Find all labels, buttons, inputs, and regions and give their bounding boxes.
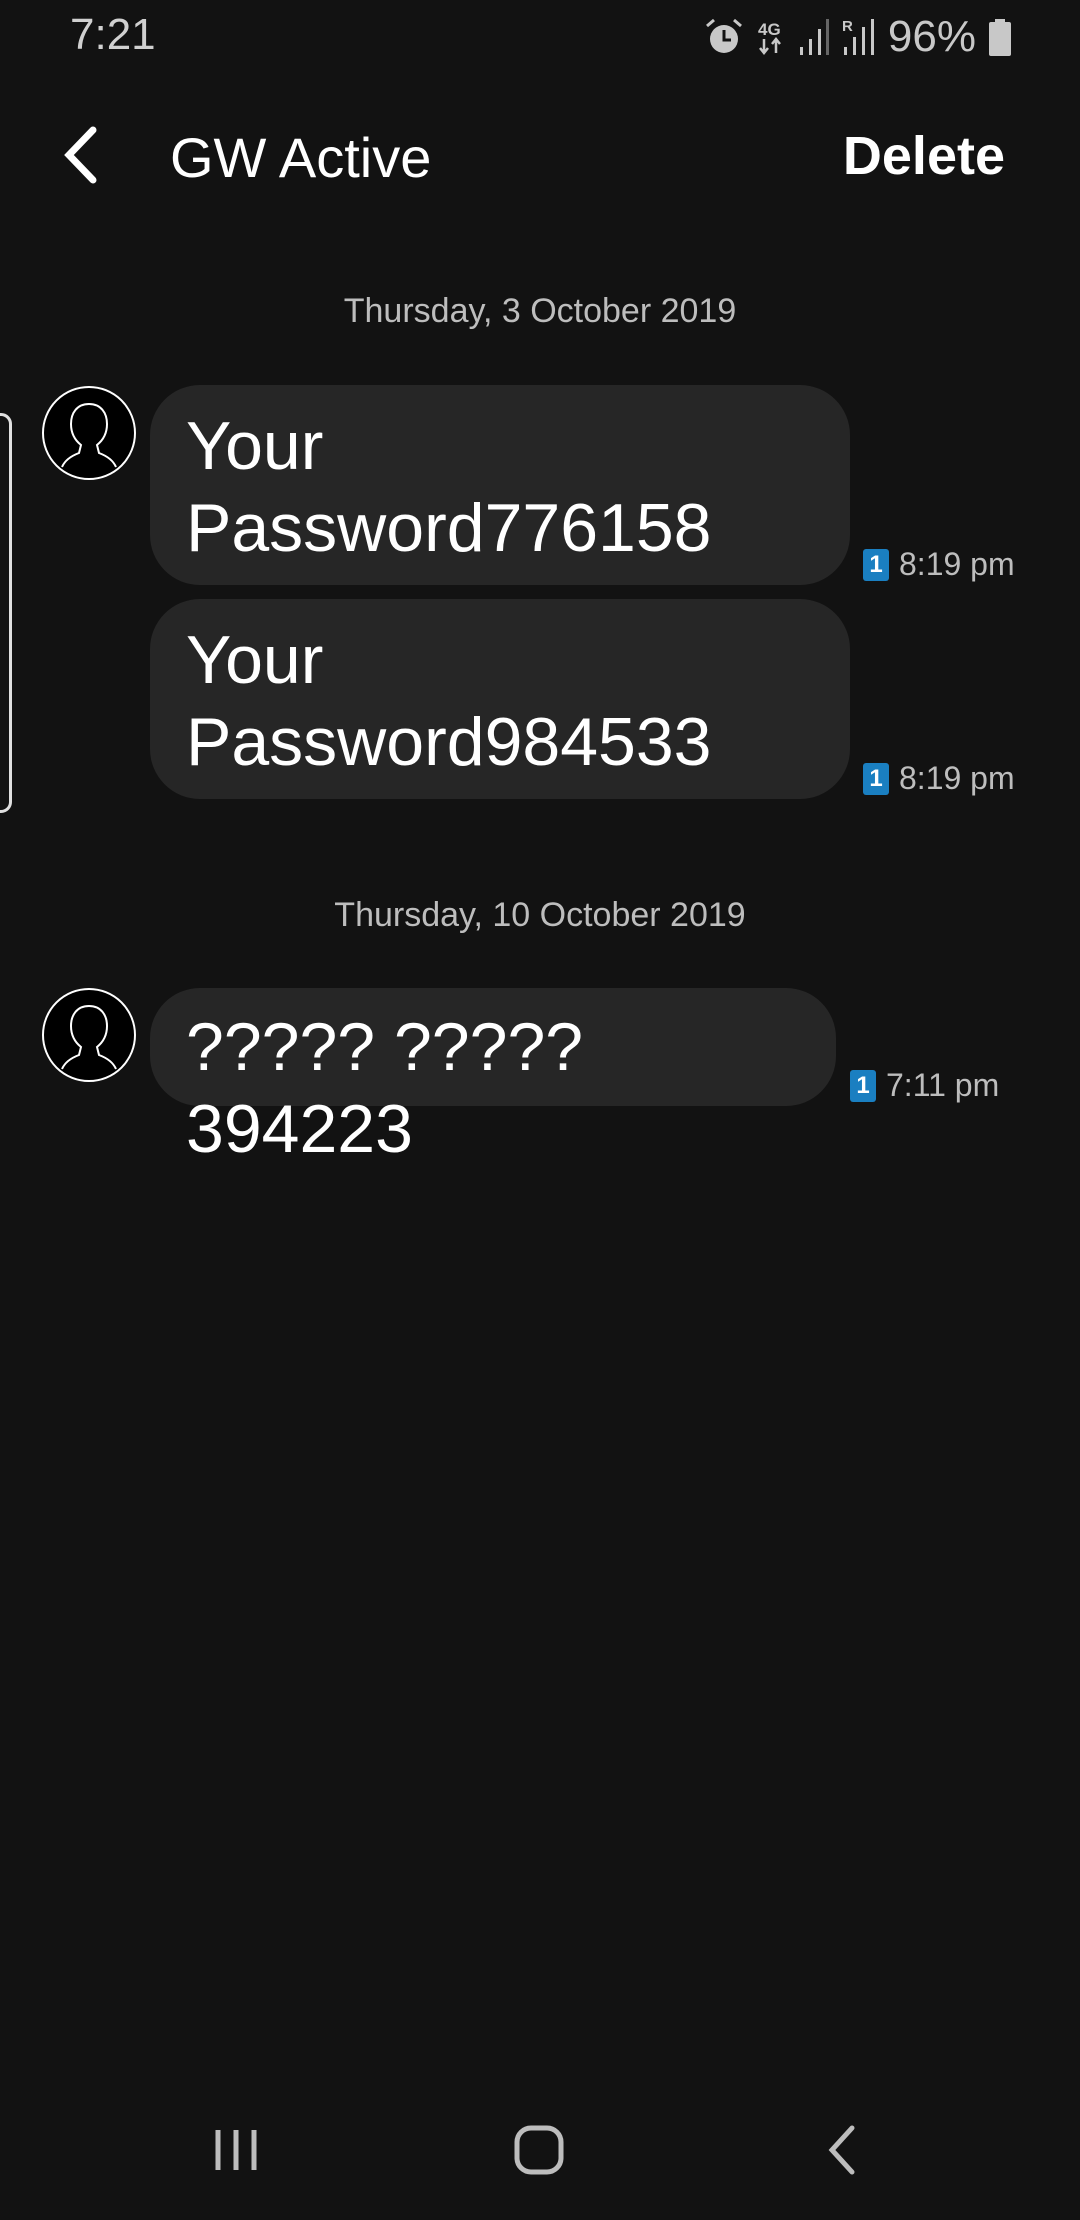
sim-1-icon: 1 <box>850 1069 876 1102</box>
sim-1-icon: 1 <box>863 548 889 581</box>
home-icon <box>514 2125 564 2175</box>
nav-back-button[interactable] <box>802 2115 882 2185</box>
recents-button[interactable] <box>196 2115 276 2185</box>
sim-1-icon: 1 <box>863 762 889 795</box>
signal-icon <box>799 19 829 55</box>
back-button[interactable] <box>55 120 115 190</box>
battery-percentage: 96% <box>887 12 976 61</box>
svg-text:4G: 4G <box>758 20 781 39</box>
svg-text:R: R <box>842 18 853 35</box>
contact-avatar[interactable] <box>42 988 136 1082</box>
message-bubble[interactable]: Your Password776158 <box>150 385 850 585</box>
recents-icon <box>215 2130 257 2170</box>
home-button[interactable] <box>499 2115 579 2185</box>
4g-data-icon: 4G <box>758 20 781 56</box>
message-bubble[interactable]: ????? ????? 394223 <box>150 988 836 1167</box>
delete-button[interactable]: Delete <box>843 125 1005 187</box>
roaming-signal-icon: R <box>842 18 874 55</box>
message-meta: 1 8:19 pm <box>863 760 1015 797</box>
status-icons: 4G R 96% <box>704 12 1012 62</box>
conversation-title: GW Active <box>170 126 432 189</box>
contact-avatar[interactable] <box>42 386 136 480</box>
back-icon <box>828 2125 855 2175</box>
alarm-icon <box>705 18 742 53</box>
message-time: 7:11 pm <box>886 1067 1000 1103</box>
person-icon <box>61 403 117 468</box>
battery-icon <box>989 19 1011 56</box>
person-icon <box>61 1005 117 1070</box>
message-meta: 1 7:11 pm <box>850 1067 999 1104</box>
scroll-handle[interactable] <box>0 413 12 813</box>
date-separator: Thursday, 3 October 2019 <box>343 292 737 330</box>
message-time: 8:19 pm <box>899 760 1015 796</box>
chevron-left-icon <box>64 126 97 184</box>
status-time: 7:21 <box>70 10 156 59</box>
message-time: 8:19 pm <box>899 546 1015 582</box>
date-separator: Thursday, 10 October 2019 <box>334 896 746 934</box>
message-meta: 1 8:19 pm <box>863 546 1015 583</box>
message-bubble[interactable]: Your Password984533 <box>150 599 850 799</box>
